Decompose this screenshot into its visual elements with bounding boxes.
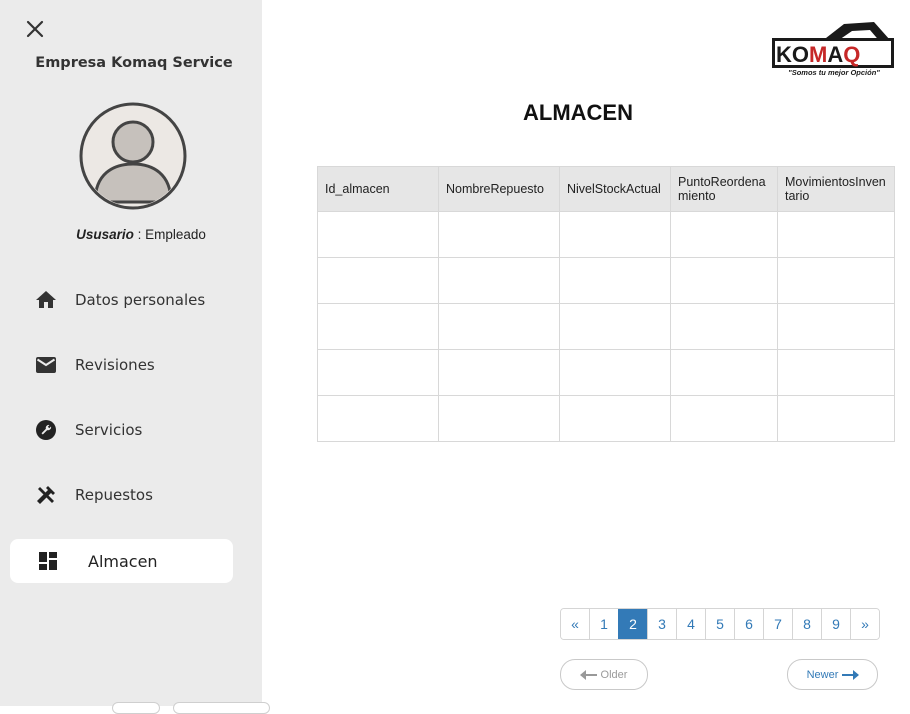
bottom-tab-stub	[112, 702, 160, 714]
sidebar-item-label: Repuestos	[75, 486, 153, 504]
table-cell	[559, 349, 671, 396]
table-cell	[670, 349, 778, 396]
table-cell	[317, 395, 439, 442]
pagination-page-3[interactable]: 3	[647, 609, 676, 639]
sidebar-item-label: Revisiones	[75, 356, 155, 374]
almacen-table: Id_almacen NombreRepuesto NivelStockActu…	[317, 166, 895, 442]
table-row	[317, 349, 895, 396]
table-cell	[438, 303, 560, 350]
table-cell	[317, 211, 439, 258]
mail-icon	[36, 357, 56, 373]
bottom-tab-stub	[173, 702, 270, 714]
avatar	[79, 102, 187, 210]
home-icon	[36, 291, 56, 308]
sidebar-item-servicios[interactable]: Servicios	[10, 408, 233, 452]
newer-button[interactable]: Newer	[787, 659, 878, 690]
page-title: ALMACEN	[523, 100, 633, 125]
sidebar-item-revisiones[interactable]: Revisiones	[10, 343, 233, 387]
sidebar-item-datos-personales[interactable]: Datos personales	[10, 278, 233, 322]
wrench-icon	[36, 420, 56, 440]
sidebar-item-almacen[interactable]: Almacen	[10, 539, 233, 583]
newer-label: Newer	[806, 668, 839, 681]
table-cell	[317, 303, 439, 350]
close-icon	[26, 20, 44, 38]
pagination-page-6[interactable]: 6	[734, 609, 763, 639]
table-row	[317, 303, 895, 350]
pagination-page-2[interactable]: 2	[618, 609, 647, 639]
sidebar-item-label: Servicios	[75, 421, 143, 439]
table-cell	[670, 395, 778, 442]
pagination-prev[interactable]: «	[561, 609, 589, 639]
excavator-logo-icon: KOMAQ "Somos tu mejor Opción"	[772, 22, 894, 77]
sidebar: Empresa Komaq Service Ususario : Emplead…	[0, 0, 262, 706]
table-cell	[777, 211, 895, 258]
pagination-page-8[interactable]: 8	[792, 609, 821, 639]
pagination-page-7[interactable]: 7	[763, 609, 792, 639]
older-button[interactable]: Older	[560, 659, 648, 690]
column-header[interactable]: NivelStockActual	[559, 166, 671, 212]
table-cell	[438, 349, 560, 396]
table-row	[317, 257, 895, 304]
logo-tagline: "Somos tu mejor Opción"	[788, 68, 880, 77]
column-header[interactable]: Id_almacen	[317, 166, 439, 212]
table-cell	[559, 395, 671, 442]
arrow-left-icon	[579, 669, 597, 680]
table-cell	[438, 395, 560, 442]
table-cell	[777, 395, 895, 442]
user-role-separator: :	[133, 227, 146, 242]
logo-brand-text: KOMAQ	[776, 42, 860, 67]
dashboard-icon	[39, 552, 57, 570]
sidebar-item-label: Datos personales	[75, 291, 206, 309]
pagination-next[interactable]: »	[850, 609, 879, 639]
table-row	[317, 395, 895, 442]
table-cell	[559, 257, 671, 304]
column-header[interactable]: PuntoReordenamiento	[670, 166, 778, 212]
table-cell	[670, 303, 778, 350]
user-avatar-icon	[79, 102, 187, 210]
table-cell	[317, 349, 439, 396]
table-cell	[777, 303, 895, 350]
older-label: Older	[600, 668, 628, 681]
table-cell	[777, 349, 895, 396]
table-cell	[670, 211, 778, 258]
table-header-row: Id_almacen NombreRepuesto NivelStockActu…	[317, 166, 895, 212]
table-cell	[559, 211, 671, 258]
tools-icon	[37, 486, 55, 504]
table-cell	[670, 257, 778, 304]
sidebar-item-label: Almacen	[88, 551, 158, 571]
pagination-page-5[interactable]: 5	[705, 609, 734, 639]
pagination-page-4[interactable]: 4	[676, 609, 705, 639]
pagination-page-9[interactable]: 9	[821, 609, 850, 639]
company-logo: KOMAQ "Somos tu mejor Opción"	[770, 16, 900, 84]
table-cell	[438, 257, 560, 304]
pagination-page-1[interactable]: 1	[589, 609, 618, 639]
company-name: Empresa Komaq Service	[35, 55, 233, 71]
table-cell	[777, 257, 895, 304]
table-cell	[317, 257, 439, 304]
close-button[interactable]	[23, 17, 47, 41]
sidebar-item-repuestos[interactable]: Repuestos	[10, 473, 233, 517]
column-header[interactable]: NombreRepuesto	[438, 166, 560, 212]
table-row	[317, 211, 895, 258]
table-cell	[438, 211, 560, 258]
column-header[interactable]: MovimientosInventario	[777, 166, 895, 212]
user-role-value: Empleado	[145, 227, 206, 242]
table-cell	[559, 303, 671, 350]
user-role: Ususario : Empleado	[0, 227, 282, 242]
pagination: « 1 2 3 4 5 6 7 8 9 »	[560, 608, 880, 640]
arrow-right-icon	[842, 669, 860, 680]
user-role-label: Ususario	[76, 227, 134, 242]
